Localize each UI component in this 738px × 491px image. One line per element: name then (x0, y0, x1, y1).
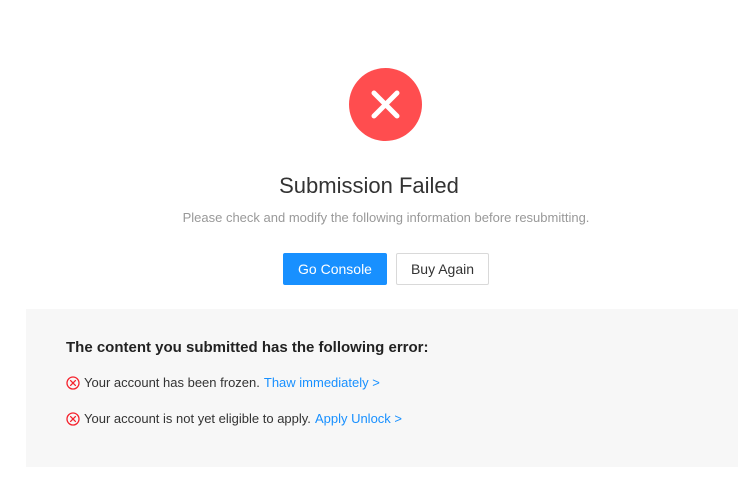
buy-again-button[interactable]: Buy Again (396, 253, 489, 285)
error-x-icon (349, 68, 422, 141)
error-panel: The content you submitted has the follow… (26, 309, 738, 467)
error-circle-icon (66, 375, 80, 390)
error-item: Your account is not yet eligible to appl… (66, 411, 402, 426)
error-text: Your account is not yet eligible to appl… (84, 411, 311, 426)
result-subtitle: Please check and modify the following in… (182, 210, 590, 225)
error-heading: The content you submitted has the follow… (66, 339, 429, 356)
error-text: Your account has been frozen. (84, 375, 260, 390)
go-console-button[interactable]: Go Console (283, 253, 387, 285)
error-item: Your account has been frozen. Thaw immed… (66, 375, 380, 390)
apply-unlock-link[interactable]: Apply Unlock > (315, 411, 402, 426)
result-title: Submission Failed (279, 173, 459, 198)
thaw-immediately-link[interactable]: Thaw immediately > (264, 375, 380, 390)
result-actions: Go Console Buy Again (283, 253, 489, 285)
error-circle-icon (66, 411, 80, 426)
result-page: Submission Failed Please check and modif… (0, 0, 738, 491)
